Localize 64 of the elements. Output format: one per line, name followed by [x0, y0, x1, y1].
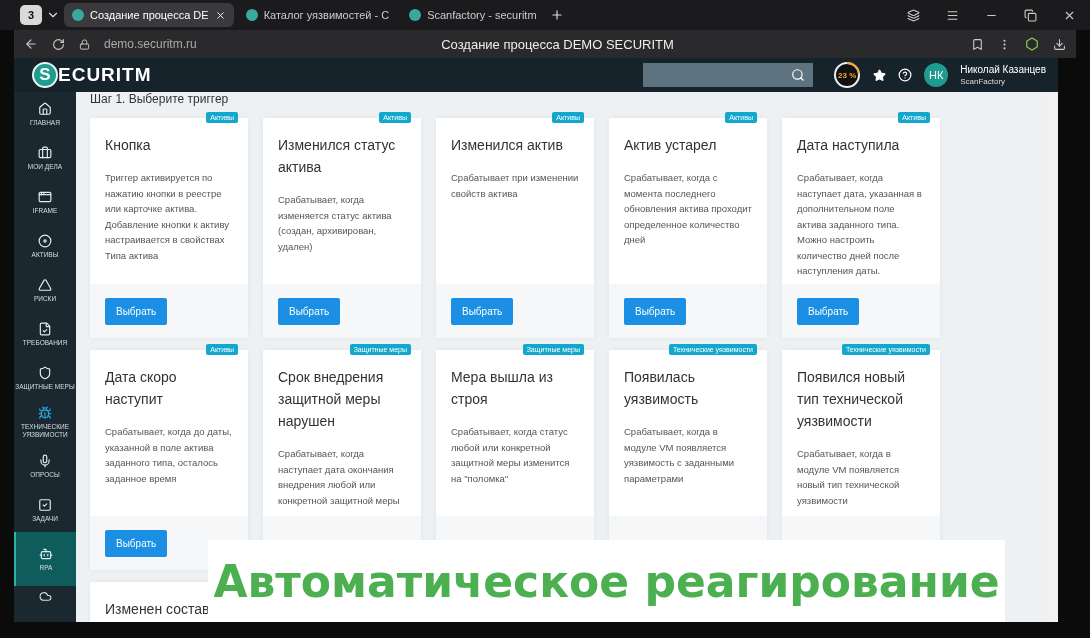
cloud-icon[interactable] — [38, 589, 52, 603]
user-name: Николай Казанцев — [960, 64, 1046, 75]
card-title: Изменился актив — [451, 136, 564, 155]
help-icon[interactable] — [898, 68, 913, 82]
caption-text: Автоматическое реагирование — [213, 555, 1000, 607]
page-title: Создание процесса DEMO SECURITM — [440, 36, 675, 52]
window-icon — [38, 189, 52, 204]
card-description: Срабатывает при изменении свойств актива — [451, 171, 579, 201]
favicon-icon — [245, 9, 258, 21]
microphone-icon — [38, 453, 52, 468]
card-title: Появился новый тип технической уязвимости — [797, 368, 907, 431]
new-tab-icon[interactable] — [550, 8, 565, 22]
menu-icon[interactable] — [946, 8, 959, 22]
triangle-icon — [38, 277, 52, 292]
card-description: Триггер активируется по нажатию кнопки в реестре или карточке актива. Добавление кнопки к активу настраивается в свойствах Типа актива — [105, 171, 230, 263]
layers-icon[interactable] — [907, 8, 920, 22]
robot-icon — [39, 546, 53, 561]
card-description: Срабатывает, когда в модуле VM появляется уязвимость с заданными параметрами — [624, 425, 735, 486]
avatar: НК — [924, 63, 949, 87]
back-icon[interactable] — [24, 37, 38, 51]
step-heading: Шаг 1. Выберите триггер — [90, 92, 230, 106]
restore-icon[interactable] — [1024, 8, 1037, 22]
card-description: Срабатывает, когда наступает дата, указанная в дополнительном поле актива заданного типа. Можно настроить количество дней после наступления даты. — [797, 171, 923, 278]
disc-icon — [38, 233, 52, 248]
card-title: Актив устарел — [624, 136, 718, 155]
card-title: Появилась уязвимость — [624, 368, 700, 409]
card-title: Изменился статус актива — [278, 136, 397, 177]
browser-tab[interactable]: Scanfactory - securitm — [401, 3, 547, 27]
reload-icon[interactable] — [52, 37, 65, 51]
card-description: Срабатывает, когда в модуле VM появляется новый тип технической уязвимости — [797, 447, 901, 508]
close-icon[interactable] — [214, 9, 226, 21]
card-title: Мера вышла из строя — [451, 368, 554, 409]
card-title: Дата скоро наступит — [105, 368, 178, 409]
progress-ring: 23 % — [833, 61, 862, 89]
lock-icon — [79, 38, 90, 50]
tab-counter[interactable]: 3 — [20, 5, 42, 25]
shield-icon — [38, 365, 52, 380]
document-check-icon — [38, 321, 52, 336]
briefcase-icon — [38, 145, 52, 160]
url-field[interactable]: demo.securitm.ru — [104, 37, 404, 51]
download-icon[interactable] — [1053, 37, 1066, 51]
favicon-icon — [72, 9, 84, 21]
logo: S ECURITM — [32, 62, 152, 88]
card-description: Срабатывает, когда с момента последнего обновления актива проходит определенное количество дней — [624, 171, 752, 247]
checkbox-icon — [38, 497, 52, 512]
browser-tab[interactable]: Создание процесса DE — [64, 3, 234, 27]
search-field[interactable] — [643, 63, 814, 87]
card-title: Дата наступила — [797, 136, 901, 155]
card-description: Срабатывает, когда статус любой или конкретной защитной меры изменится на "поломка" — [451, 425, 571, 486]
card-title: Кнопка — [105, 136, 152, 155]
hexagon-icon[interactable] — [1025, 37, 1039, 51]
card-description: Срабатывает, когда наступает дата окончания внедрения любой или конкретной защитной меры — [278, 447, 401, 508]
bug-icon — [38, 405, 52, 420]
card-title: Срок внедрения защитной меры нарушен — [278, 368, 385, 431]
favicon-icon — [409, 9, 422, 21]
home-icon — [38, 101, 52, 116]
browser-tab[interactable]: Каталог уязвимостей - C — [237, 3, 398, 27]
bookmark-icon[interactable] — [971, 37, 984, 51]
star-icon[interactable] — [873, 68, 887, 82]
organization-name: ScanFactory — [960, 77, 1007, 86]
search-icon — [791, 68, 806, 82]
card-description: Срабатывает, когда изменяется статус актива (создан, архивирован, удален) — [278, 193, 393, 254]
card-title: Изменен состав — [105, 600, 211, 619]
card-description: Срабатывает, когда до даты, указанной в поле актива заданного типа, осталось заданное время — [105, 425, 233, 486]
